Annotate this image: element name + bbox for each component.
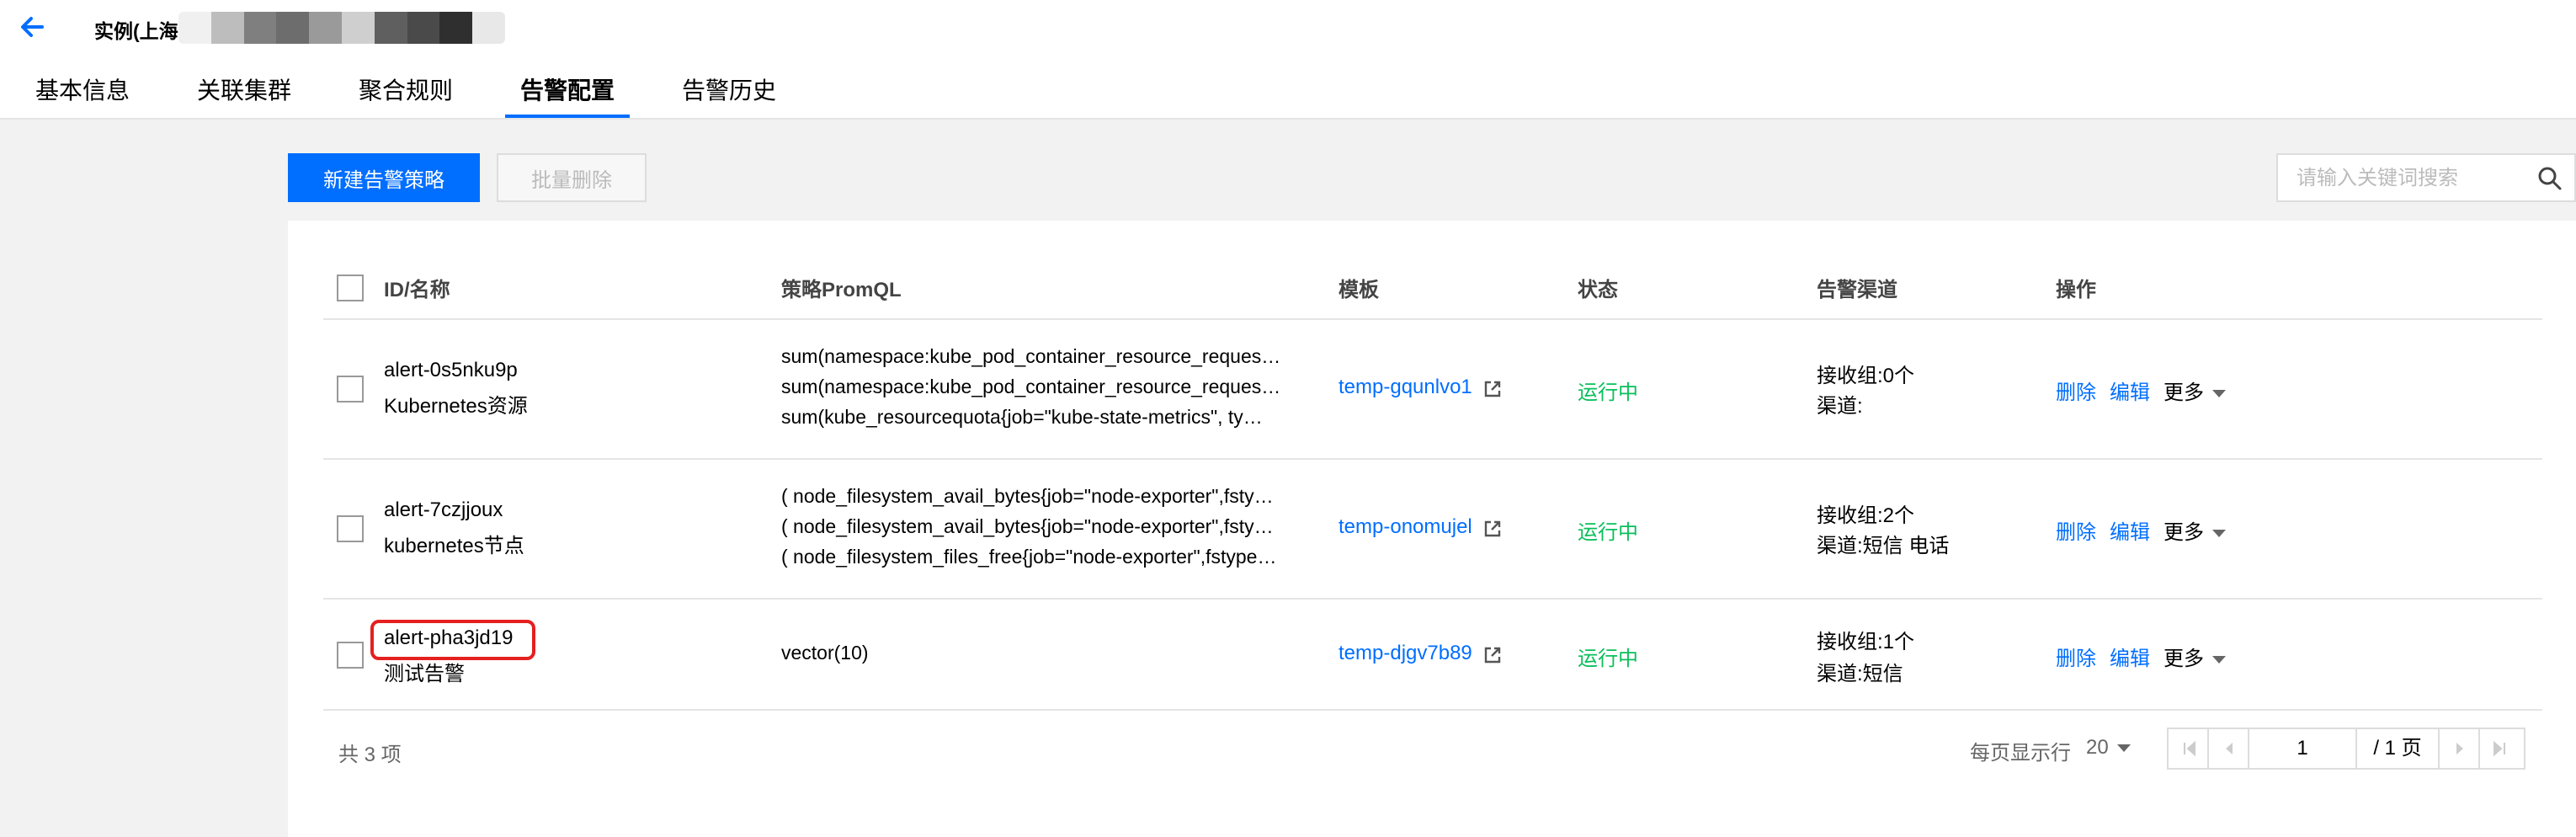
promql-line: ( node_filesystem_avail_bytes{job="node-… — [781, 515, 1274, 537]
caret-down-icon — [2212, 530, 2226, 538]
next-page-icon — [2456, 743, 2463, 754]
tab-linked-clusters[interactable]: 关联集群 — [197, 72, 291, 118]
back-arrow-icon[interactable] — [17, 12, 47, 42]
template-link[interactable]: temp-gqunlvo1 — [1339, 376, 1472, 399]
first-page-button[interactable] — [2169, 729, 2209, 768]
status-running: 运行中 — [1578, 648, 1638, 670]
mosaic-block — [374, 12, 407, 44]
mosaic-block — [472, 12, 505, 44]
alert-name: Kubernetes资源 — [384, 395, 528, 418]
prev-page-icon — [2226, 743, 2233, 754]
column-header-template: 模板 — [1339, 279, 1379, 301]
mosaic-block — [407, 12, 440, 44]
caret-down-icon — [2212, 390, 2226, 398]
bulk-delete-button[interactable]: 批量删除 — [497, 153, 647, 202]
receiver-groups: 接收组:2个 — [1817, 504, 1915, 527]
column-header-status: 状态 — [1578, 279, 1618, 301]
divider — [323, 598, 2542, 600]
alert-id: alert-7czjjoux — [384, 498, 503, 521]
promql-line: sum(namespace:kube_pod_container_resourc… — [781, 345, 1281, 367]
per-page-value: 20 — [2086, 736, 2109, 759]
receiver-groups: 接收组:1个 — [1817, 631, 1915, 653]
external-link-icon[interactable] — [1483, 520, 1502, 538]
redacted-instance-name — [178, 12, 505, 44]
template-link[interactable]: temp-djgv7b89 — [1339, 642, 1472, 665]
divider — [323, 458, 2542, 460]
promql-line: sum(namespace:kube_pod_container_resourc… — [781, 376, 1281, 397]
mosaic-block — [178, 12, 211, 44]
mosaic-block — [439, 12, 473, 44]
template-link[interactable]: temp-onomujel — [1339, 515, 1472, 539]
more-label: 更多 — [2164, 381, 2204, 404]
per-page-select[interactable]: 20 — [2086, 736, 2131, 760]
edit-link[interactable]: 编辑 — [2110, 642, 2150, 671]
pagination: / 1 页 — [2167, 728, 2525, 770]
next-page-button[interactable] — [2440, 729, 2480, 768]
page-title: 实例(上海 — [94, 20, 178, 42]
select-all-checkbox[interactable] — [337, 275, 364, 301]
search-box — [2276, 153, 2576, 202]
more-dropdown[interactable]: 更多 — [2164, 376, 2226, 405]
more-label: 更多 — [2164, 648, 2204, 670]
row-checkbox[interactable] — [337, 376, 364, 403]
divider — [323, 318, 2542, 320]
search-input[interactable] — [2295, 163, 2517, 194]
last-page-button[interactable] — [2480, 729, 2520, 768]
search-icon[interactable] — [2537, 166, 2563, 191]
per-page-label: 每页显示行 — [1970, 742, 2071, 765]
row-checkbox[interactable] — [337, 515, 364, 542]
row-checkbox[interactable] — [337, 642, 364, 669]
prev-page-button[interactable] — [2209, 729, 2249, 768]
alert-id: alert-0s5nku9p — [384, 359, 518, 381]
top-bar: 实例(上海 基本信息 关联集群 聚合规则 告警配置 告警历史 — [0, 0, 2576, 120]
tab-alert-history[interactable]: 告警历史 — [682, 72, 776, 118]
tab-aggregation-rules[interactable]: 聚合规则 — [359, 72, 453, 118]
channels: 渠道:短信 电话 — [1817, 535, 1950, 557]
column-header-actions: 操作 — [2056, 279, 2096, 301]
tab-alert-config[interactable]: 告警配置 — [504, 72, 631, 118]
edit-link[interactable]: 编辑 — [2110, 515, 2150, 545]
caret-down-icon — [2212, 656, 2226, 664]
external-link-icon[interactable] — [1483, 646, 1502, 664]
promql-line: sum(kube_resourcequota{job="kube-state-m… — [781, 406, 1263, 428]
status-running: 运行中 — [1578, 381, 1638, 404]
column-header-promql: 策略PromQL — [781, 279, 902, 301]
more-dropdown[interactable]: 更多 — [2164, 515, 2226, 545]
mosaic-block — [309, 12, 342, 44]
page-total: / 1 页 — [2357, 729, 2440, 768]
mosaic-block — [243, 12, 277, 44]
total-count: 共 3 项 — [338, 744, 402, 766]
page-number-input[interactable] — [2249, 729, 2357, 768]
external-link-icon[interactable] — [1483, 380, 1502, 398]
alert-name: 测试告警 — [384, 663, 465, 685]
mosaic-block — [341, 12, 375, 44]
mosaic-block — [276, 12, 310, 44]
channels: 渠道:短信 — [1817, 663, 1903, 685]
column-header-channel: 告警渠道 — [1817, 279, 1897, 301]
delete-link[interactable]: 删除 — [2056, 515, 2096, 545]
promql-line: ( node_filesystem_files_free{job="node-e… — [781, 546, 1277, 568]
delete-link[interactable]: 删除 — [2056, 376, 2096, 405]
column-header-id-name: ID/名称 — [384, 279, 450, 301]
more-dropdown[interactable]: 更多 — [2164, 642, 2226, 671]
delete-link[interactable]: 删除 — [2056, 642, 2096, 671]
mosaic-block — [210, 12, 244, 44]
status-running: 运行中 — [1578, 521, 1638, 544]
edit-link[interactable]: 编辑 — [2110, 376, 2150, 405]
channels: 渠道: — [1817, 395, 1863, 418]
create-alert-policy-button[interactable]: 新建告警策略 — [288, 153, 480, 202]
more-label: 更多 — [2164, 521, 2204, 544]
divider — [323, 709, 2542, 711]
promql-line: vector(10) — [781, 642, 869, 664]
tab-basic-info[interactable]: 基本信息 — [35, 72, 130, 118]
highlight-annotation-box — [370, 620, 535, 660]
last-page-icon — [2494, 740, 2505, 757]
alert-name: kubernetes节点 — [384, 535, 524, 557]
caret-down-icon — [2116, 744, 2131, 753]
receiver-groups: 接收组:0个 — [1817, 365, 1915, 387]
first-page-icon — [2184, 740, 2195, 757]
promql-line: ( node_filesystem_avail_bytes{job="node-… — [781, 485, 1274, 507]
